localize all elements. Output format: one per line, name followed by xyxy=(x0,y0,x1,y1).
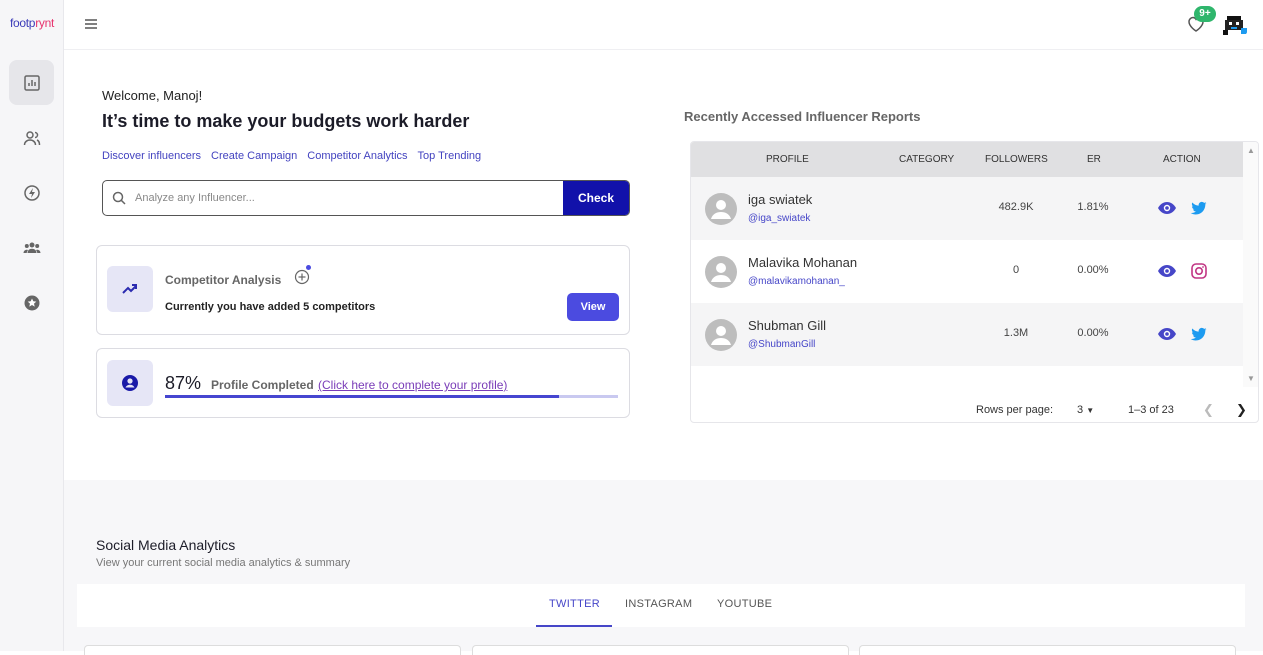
search-icon xyxy=(103,181,135,215)
tab-twitter[interactable]: TWITTER xyxy=(549,598,600,610)
influencer-name[interactable]: Malavika Mohanan xyxy=(748,255,857,270)
table-pagination: Rows per page: 3 ▼ 1–3 of 23 ❮ ❯ xyxy=(691,402,1258,420)
col-action: ACTION xyxy=(1163,154,1201,165)
reports-title: Recently Accessed Influencer Reports xyxy=(684,109,921,124)
er-value: 0.00% xyxy=(1077,264,1109,276)
eye-icon[interactable] xyxy=(1157,200,1177,216)
profile-progress-bar xyxy=(165,395,618,398)
quick-links: Discover influencers Create Campaign Com… xyxy=(102,150,481,162)
chart-icon xyxy=(23,74,40,91)
twitter-icon[interactable] xyxy=(1190,325,1208,343)
link-discover-influencers[interactable]: Discover influencers xyxy=(102,150,201,162)
followers-value: 0 xyxy=(1012,264,1020,276)
social-analytics-title: Social Media Analytics xyxy=(96,537,236,553)
top-bar: 9+ xyxy=(64,0,1263,50)
avatar xyxy=(705,319,737,351)
sidebar: footprynt xyxy=(0,0,64,651)
eye-icon[interactable] xyxy=(1157,263,1177,279)
table-row[interactable]: iga swiatek @iga_swiatek 482.9K 1.81% xyxy=(691,177,1243,240)
link-top-trending[interactable]: Top Trending xyxy=(418,150,482,162)
user-avatar[interactable] xyxy=(1219,10,1249,40)
col-category: CATEGORY xyxy=(899,154,955,165)
notification-badge: 9+ xyxy=(1194,6,1216,22)
er-value: 1.81% xyxy=(1077,201,1109,213)
er-value: 0.00% xyxy=(1077,327,1109,339)
welcome-greeting: Welcome, Manoj! xyxy=(102,88,203,103)
app-logo[interactable]: footprynt xyxy=(0,16,64,30)
sidebar-item-campaigns[interactable] xyxy=(9,170,54,215)
scroll-down-icon[interactable]: ▼ xyxy=(1247,374,1255,383)
trending-up-icon xyxy=(107,266,153,312)
link-competitor-analytics[interactable]: Competitor Analytics xyxy=(307,150,407,162)
twitter-icon[interactable] xyxy=(1190,199,1208,217)
competitor-analysis-card: Competitor Analysis Currently you have a… xyxy=(96,245,630,335)
caret-down-icon: ▼ xyxy=(1086,406,1095,415)
sidebar-item-groups[interactable] xyxy=(9,225,54,270)
influencer-name[interactable]: iga swiatek xyxy=(748,192,812,207)
search-input[interactable] xyxy=(135,181,563,215)
followers-value: 1.3M xyxy=(1003,327,1029,339)
users-icon xyxy=(23,130,40,145)
indicator-dot xyxy=(306,265,311,270)
rows-per-page-value: 3 xyxy=(1077,404,1084,416)
reports-table: PROFILE CATEGORY FOLLOWERS ER ACTION iga… xyxy=(690,141,1259,423)
profile-completed-label: Profile Completed xyxy=(211,378,314,392)
active-tab-indicator xyxy=(536,625,612,627)
competitor-title: Competitor Analysis xyxy=(165,273,282,287)
influencer-handle[interactable]: @malavikamohanan_ xyxy=(748,276,845,287)
avatar xyxy=(705,256,737,288)
tab-youtube[interactable]: YOUTUBE xyxy=(717,598,772,610)
group-icon xyxy=(23,242,40,253)
competitor-subtitle: Currently you have added 5 competitors xyxy=(165,301,376,313)
add-competitor-icon[interactable] xyxy=(294,269,310,285)
star-circle-icon xyxy=(24,295,39,310)
pagination-range: 1–3 of 23 xyxy=(1128,404,1174,416)
menu-icon[interactable] xyxy=(84,17,98,31)
eye-icon[interactable] xyxy=(1157,326,1177,342)
scroll-up-icon[interactable]: ▲ xyxy=(1247,146,1255,155)
analytics-card xyxy=(84,645,461,655)
view-competitors-button[interactable]: View xyxy=(567,293,619,321)
analytics-card xyxy=(472,645,849,655)
col-followers: FOLLOWERS xyxy=(985,154,1048,165)
table-scrollbar[interactable]: ▲ ▼ xyxy=(1243,142,1258,387)
profile-percent: 87% xyxy=(165,373,202,393)
instagram-icon[interactable] xyxy=(1190,262,1208,280)
tab-instagram[interactable]: INSTAGRAM xyxy=(625,598,692,610)
chevron-left-icon[interactable]: ❮ xyxy=(1203,402,1214,418)
table-header: PROFILE CATEGORY FOLLOWERS ER ACTION xyxy=(691,142,1243,177)
check-button[interactable]: Check xyxy=(563,181,629,215)
rows-per-page-label: Rows per page: xyxy=(976,404,1054,416)
sidebar-item-influencers[interactable] xyxy=(9,115,54,160)
avatar-image xyxy=(1223,15,1247,35)
influencer-handle[interactable]: @ShubmanGill xyxy=(748,339,815,350)
rows-per-page-select[interactable]: 3 ▼ xyxy=(1077,404,1094,416)
chevron-right-icon[interactable]: ❯ xyxy=(1236,402,1247,418)
influencer-handle[interactable]: @iga_swiatek xyxy=(748,213,810,224)
analytics-card xyxy=(859,645,1236,655)
col-profile: PROFILE xyxy=(766,154,809,165)
col-er: ER xyxy=(1087,154,1101,165)
complete-profile-link[interactable]: (Click here to complete your profile) xyxy=(318,378,507,392)
profile-completion-card: 87% Profile Completed (Click here to com… xyxy=(96,348,630,418)
social-analytics-subtitle: View your current social media analytics… xyxy=(96,557,351,569)
social-analytics-section: Social Media Analytics View your current… xyxy=(64,480,1263,655)
influencer-search: Check xyxy=(102,180,630,216)
social-tabs: TWITTER INSTAGRAM YOUTUBE xyxy=(77,584,1245,627)
followers-value: 482.9K xyxy=(998,201,1034,213)
page-headline: It’s time to make your budgets work hard… xyxy=(102,111,470,131)
table-row[interactable]: Shubman Gill @ShubmanGill 1.3M 0.00% xyxy=(691,303,1243,366)
avatar xyxy=(705,193,737,225)
bolt-circle-icon xyxy=(23,184,40,201)
link-create-campaign[interactable]: Create Campaign xyxy=(211,150,297,162)
sidebar-item-dashboard[interactable] xyxy=(9,60,54,105)
influencer-name[interactable]: Shubman Gill xyxy=(748,318,826,333)
account-circle-icon xyxy=(107,360,153,406)
sidebar-item-favorites[interactable] xyxy=(9,280,54,325)
profile-progress-fill xyxy=(165,395,560,398)
table-row[interactable]: Malavika Mohanan @malavikamohanan_ 0 0.0… xyxy=(691,240,1243,303)
